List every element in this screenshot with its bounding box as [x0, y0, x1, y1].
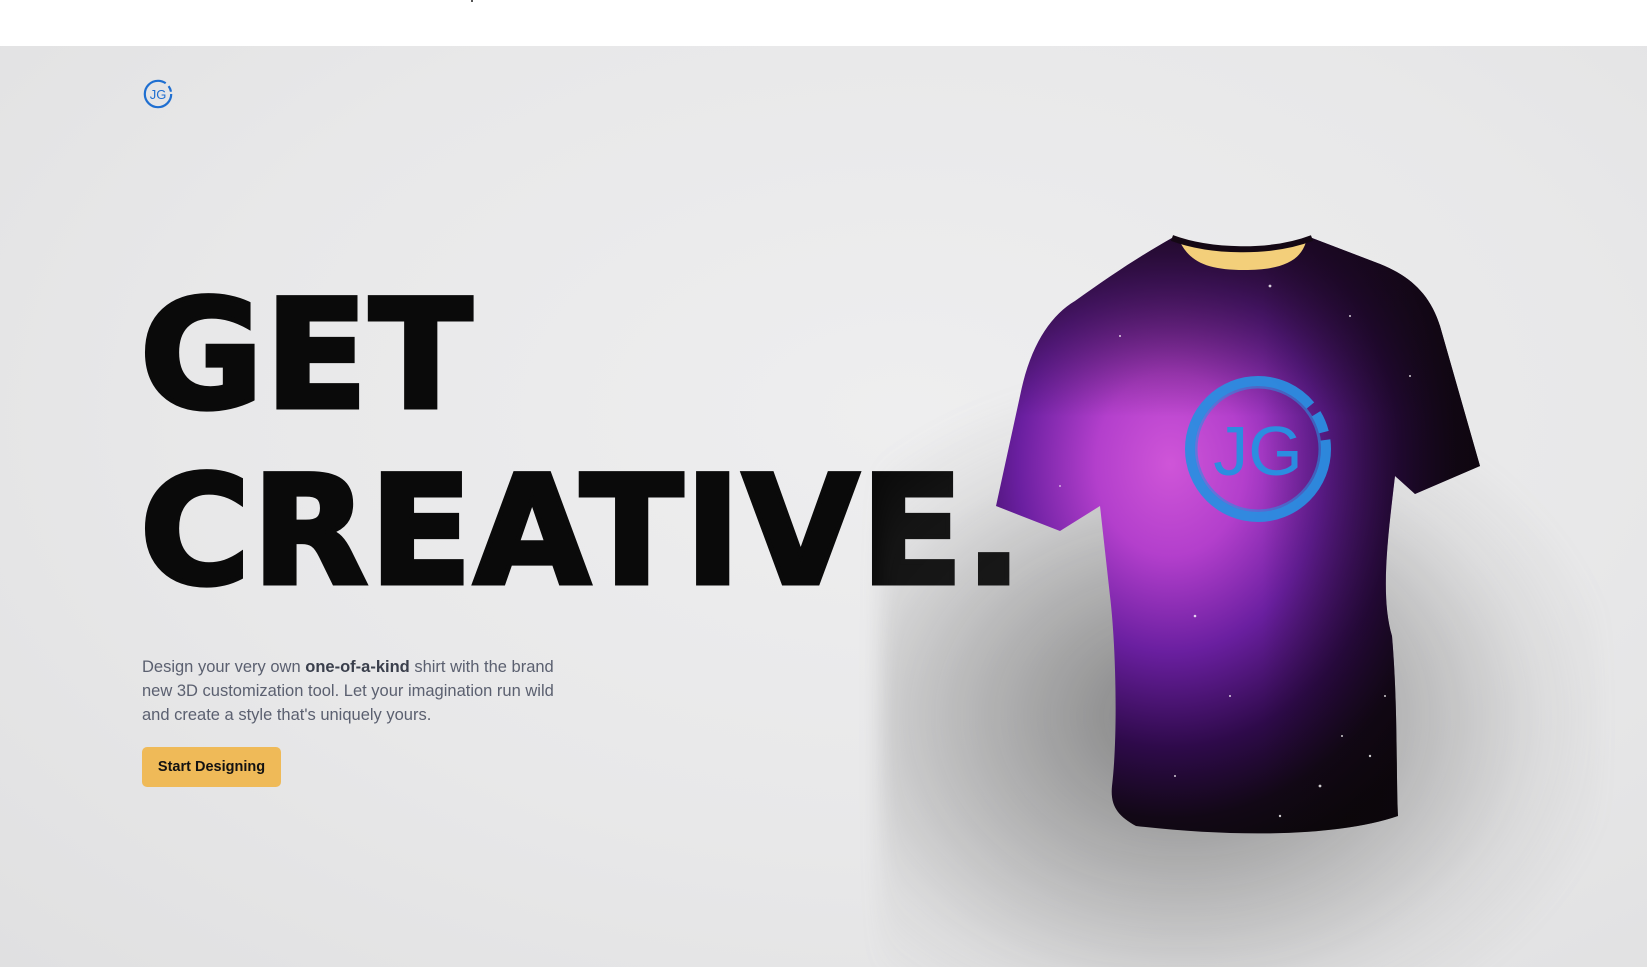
- description-text-start: Design your very own: [142, 658, 306, 676]
- start-designing-button[interactable]: Start Designing: [142, 747, 281, 787]
- top-bar-dot: [471, 0, 473, 2]
- logo-text: JG: [150, 87, 167, 102]
- description-bold-text: one-of-a-kind: [305, 658, 410, 676]
- browser-top-bar: [0, 0, 1647, 46]
- hero-section: JG GET CREATIVE. Design your very own on…: [0, 46, 1647, 967]
- hero-description: Design your very own one-of-a-kind shirt…: [142, 655, 582, 727]
- shirt-logo-text: JG: [1213, 412, 1302, 490]
- tshirt-3d-model[interactable]: JG: [940, 176, 1540, 856]
- jg-logo-icon[interactable]: JG: [142, 78, 174, 110]
